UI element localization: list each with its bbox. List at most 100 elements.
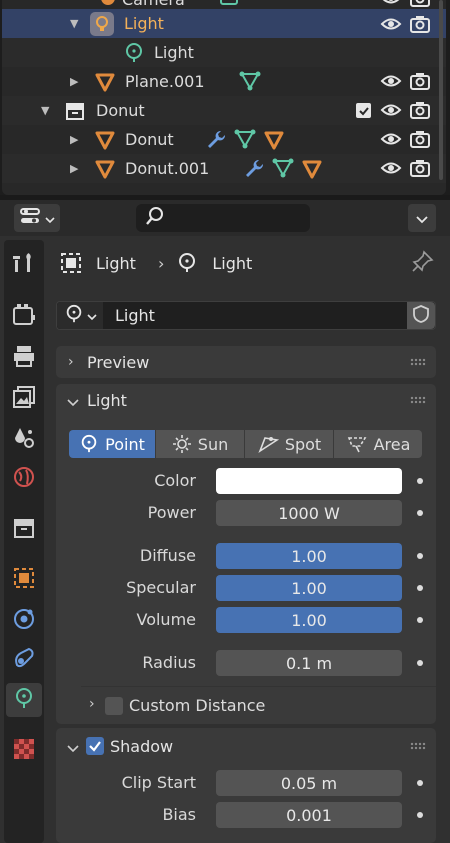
render-camera-icon[interactable]	[409, 129, 430, 149]
chevron-down-icon	[416, 209, 428, 228]
object-icon	[11, 565, 37, 595]
outliner-row-plane[interactable]: ▶ Plane.001	[2, 67, 446, 96]
tab-texture[interactable]	[6, 734, 42, 768]
collection-icon	[11, 515, 37, 545]
chevron-right-icon: ›	[89, 696, 95, 712]
visibility-eye-icon[interactable]	[380, 71, 402, 91]
properties-editor-icon	[19, 206, 41, 230]
fake-user-button[interactable]	[407, 302, 435, 329]
light-type-point[interactable]: Point	[69, 430, 155, 458]
radius-field[interactable]: 0.1 m	[216, 650, 402, 676]
keyframe-dot-icon[interactable]	[417, 585, 423, 591]
exclude-checkbox[interactable]	[356, 103, 371, 118]
keyframe-dot-icon[interactable]	[417, 478, 423, 484]
mesh-data-icon	[238, 70, 262, 96]
outliner-row-donut-001[interactable]: ▶ Donut.001	[2, 154, 446, 183]
keyframe-dot-icon[interactable]	[417, 660, 423, 666]
collapse-triangle-icon[interactable]: ▼	[41, 104, 49, 117]
tab-physics[interactable]	[6, 604, 42, 638]
output-printer-icon	[11, 343, 37, 373]
light-type-label: Area	[373, 434, 411, 454]
pin-icon[interactable]	[412, 250, 434, 276]
volume-slider[interactable]: 1.00	[216, 607, 402, 633]
mesh-data-icon	[233, 128, 257, 154]
visibility-eye-icon[interactable]	[380, 158, 402, 178]
tab-collection[interactable]	[6, 513, 42, 547]
outliner-row-donut[interactable]: ▶ Donut	[2, 125, 446, 154]
bias-field[interactable]: 0.001	[216, 802, 402, 828]
specular-slider[interactable]: 1.00	[216, 575, 402, 601]
tab-object[interactable]	[6, 563, 42, 597]
keyframe-dot-icon[interactable]	[417, 780, 423, 786]
power-field[interactable]: 1000 W	[216, 500, 402, 526]
shield-icon	[412, 304, 430, 328]
visibility-eye-icon[interactable]	[380, 0, 400, 8]
expand-triangle-icon[interactable]: ▶	[70, 133, 78, 146]
datablock-browse-button[interactable]	[57, 302, 103, 329]
shadow-checkbox[interactable]	[86, 737, 104, 755]
custom-distance-checkbox[interactable]	[105, 697, 123, 715]
render-camera-icon[interactable]	[409, 158, 430, 178]
camera-object-icon	[98, 0, 118, 8]
tab-object-data-light[interactable]	[6, 683, 42, 717]
collection-icon	[64, 100, 86, 126]
outliner-row-collection[interactable]: ▼ Donut	[2, 96, 446, 125]
visibility-eye-icon[interactable]	[380, 129, 402, 149]
render-camera-icon[interactable]	[409, 100, 430, 120]
light-type-selector: Point Sun Spot Area	[69, 430, 422, 458]
tab-scene[interactable]	[6, 422, 42, 456]
drag-grip-icon[interactable]	[410, 742, 426, 750]
keyframe-dot-icon[interactable]	[417, 510, 423, 516]
search-input[interactable]	[136, 204, 310, 232]
light-type-spot[interactable]: Spot	[245, 430, 333, 458]
collapse-triangle-icon[interactable]: ▼	[70, 17, 78, 30]
tab-world[interactable]	[6, 462, 42, 496]
render-camera-icon[interactable]	[409, 0, 430, 8]
keyframe-dot-icon[interactable]	[417, 812, 423, 818]
tab-tool[interactable]	[6, 248, 42, 282]
keyframe-dot-icon[interactable]	[417, 553, 423, 559]
mesh-object-icon	[94, 71, 116, 97]
outliner-row-label: Donut.001	[125, 159, 210, 178]
options-dropdown-button[interactable]	[408, 204, 436, 232]
wrench-modifier-icon	[243, 157, 265, 183]
outliner-row-light-data[interactable]: Light	[2, 38, 446, 67]
render-camera-icon[interactable]	[409, 71, 430, 91]
datablock-name-field[interactable]: Light	[115, 306, 155, 325]
clip-start-field[interactable]: 0.05 m	[216, 770, 402, 796]
outliner-row-light-object[interactable]: ▼ Light	[2, 9, 446, 38]
light-panel-header[interactable]: Light	[56, 384, 436, 416]
expand-triangle-icon[interactable]: ▶	[70, 162, 78, 175]
keyframe-dot-icon[interactable]	[417, 617, 423, 623]
panel-title: Preview	[87, 352, 150, 372]
custom-distance-subpanel[interactable]: › Custom Distance	[81, 686, 436, 724]
shadow-panel: Shadow Clip Start 0.05 m Bias 0.001	[56, 728, 436, 843]
visibility-eye-icon[interactable]	[380, 14, 402, 34]
editor-type-button[interactable]	[14, 204, 60, 232]
outliner-row-label: Light	[154, 43, 194, 62]
view-layer-icon	[11, 384, 37, 414]
tab-view-layer[interactable]	[6, 382, 42, 416]
diffuse-slider[interactable]: 1.00	[216, 543, 402, 569]
tab-render[interactable]	[6, 300, 42, 334]
wrench-modifier-icon	[205, 128, 227, 154]
shadow-panel-header[interactable]: Shadow	[56, 730, 436, 762]
drag-grip-icon[interactable]	[410, 396, 426, 404]
outliner-scrollbar[interactable]	[439, 0, 443, 180]
light-type-area[interactable]: Area	[334, 430, 422, 458]
color-swatch[interactable]	[216, 468, 402, 494]
tab-output[interactable]	[6, 341, 42, 375]
radius-label: Radius	[142, 653, 196, 672]
render-camera-icon[interactable]	[409, 14, 430, 34]
mesh-object-icon	[94, 158, 116, 184]
light-data-icon	[123, 42, 145, 68]
light-type-label: Spot	[284, 434, 322, 454]
visibility-eye-icon[interactable]	[380, 100, 402, 120]
drag-grip-icon[interactable]	[410, 358, 426, 366]
tab-constraints[interactable]	[6, 643, 42, 677]
expand-triangle-icon[interactable]: ▶	[70, 75, 78, 88]
chevron-right-icon: ›	[157, 253, 165, 273]
light-type-sun[interactable]: Sun	[156, 430, 244, 458]
outliner-row-label: Light	[124, 14, 164, 33]
preview-panel-header[interactable]: › Preview	[56, 346, 436, 378]
